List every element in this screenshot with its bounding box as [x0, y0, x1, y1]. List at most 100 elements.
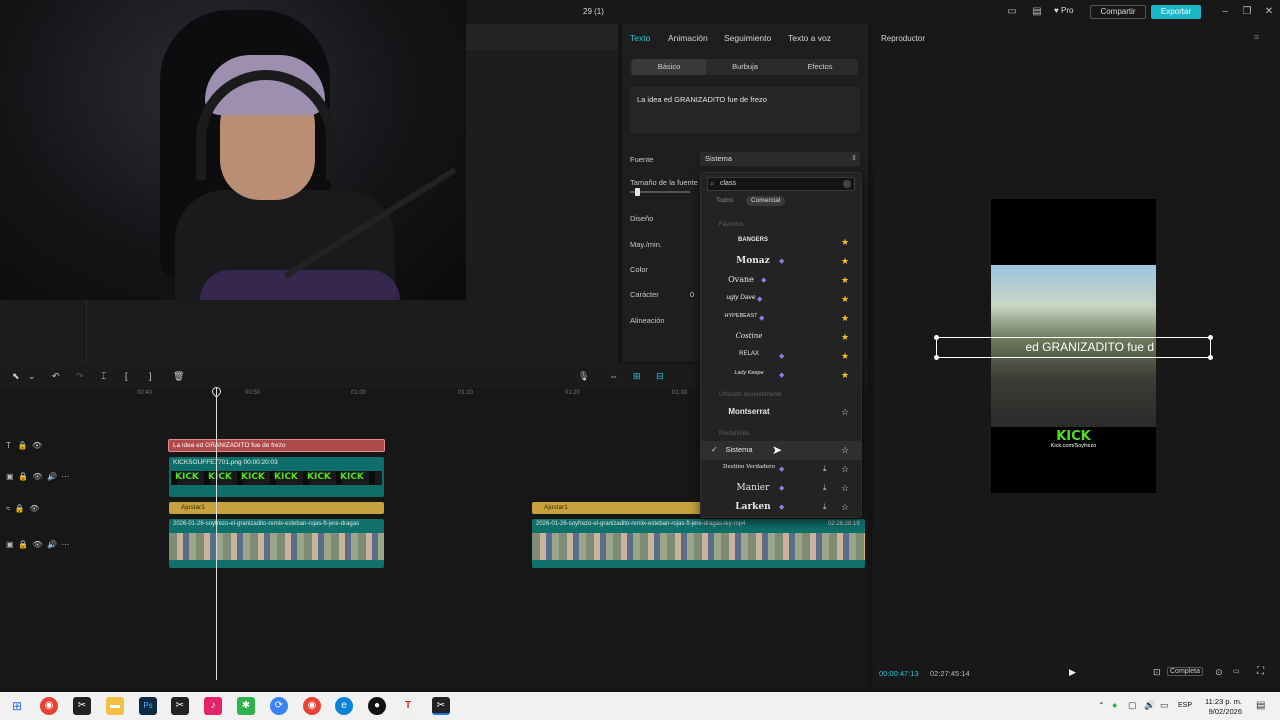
app-icon[interactable]: ✱ — [237, 697, 255, 715]
star-icon[interactable]: ★ — [841, 370, 849, 381]
text-clip[interactable]: La idea ed GRANIZADITO fue de frezo — [168, 439, 385, 452]
star-icon[interactable]: ☆ — [841, 502, 849, 513]
font-item[interactable]: ugly Dave ◆ ★ — [701, 290, 861, 309]
adjust-clip[interactable]: Ajustar1 — [532, 502, 702, 514]
resize-handle[interactable] — [1208, 355, 1213, 360]
font-item[interactable]: Larken ◆ ⤓ ☆ — [701, 498, 861, 517]
text-track-controls[interactable]: T 🔒 👁 — [6, 441, 42, 450]
playhead[interactable] — [216, 388, 217, 680]
font-select[interactable]: Sistema ⇕ — [700, 152, 860, 166]
font-item[interactable]: Montserrat ☆ — [701, 403, 861, 422]
star-icon[interactable]: ☆ — [841, 464, 849, 475]
pro-button[interactable]: ♥ Pro — [1054, 6, 1084, 18]
fullscreen-icon[interactable]: ⛶ — [1257, 666, 1264, 677]
clear-icon[interactable] — [843, 180, 851, 188]
select-tool-icon[interactable]: ⬉ — [12, 371, 20, 382]
speaker-icon[interactable]: 🔊 — [1144, 700, 1155, 711]
resize-handle[interactable] — [1208, 335, 1213, 340]
close-icon[interactable]: ✕ — [1262, 6, 1276, 18]
network-icon[interactable]: ▢ — [1128, 700, 1137, 711]
notification-icon[interactable]: ▤ — [1256, 700, 1265, 711]
text-input[interactable]: La idea ed GRANIZADITO fue de frezo — [630, 87, 860, 133]
font-item[interactable]: Manier ◆ ⤓ ☆ — [701, 479, 861, 498]
font-item[interactable]: Ovane ◆ ★ — [701, 271, 861, 290]
tiktok-icon[interactable]: ♪ — [204, 697, 222, 715]
star-icon[interactable]: ★ — [841, 313, 849, 324]
split-icon[interactable]: ⌶ — [101, 371, 106, 382]
star-icon[interactable]: ☆ — [841, 483, 849, 494]
font-item[interactable]: Lady Keepe ◆ ★ — [701, 366, 861, 385]
font-item[interactable]: BANGERS ★ — [701, 233, 861, 252]
app-icon[interactable]: ⟳ — [270, 697, 288, 715]
chip-todos[interactable]: Todos — [711, 196, 738, 206]
language-indicator[interactable]: ESP — [1178, 702, 1192, 709]
chrome-icon[interactable]: ◉ — [40, 697, 58, 715]
video-clip[interactable]: 2026-01-26-soyfrezo-el-granizadito-remix… — [532, 519, 865, 568]
main-track-controls[interactable]: ▣ 🔒 👁 🔊 ⋯ — [6, 540, 69, 549]
star-icon[interactable]: ☆ — [841, 407, 849, 418]
shortcuts-icon[interactable]: ▤ — [1030, 6, 1044, 18]
download-icon[interactable]: ⤓ — [823, 464, 827, 474]
tray-chevron-icon[interactable]: ⌃ — [1098, 701, 1105, 710]
resize-handle[interactable] — [934, 355, 939, 360]
subtab-efectos[interactable]: Efectos — [784, 59, 856, 75]
section-recent[interactable]: Utilizado recientemente — [719, 392, 782, 398]
maximize-icon[interactable]: ❐ — [1240, 6, 1254, 18]
mic-icon[interactable]: 🎙 — [578, 371, 589, 382]
capcut-active-icon[interactable]: ✂ — [432, 697, 450, 715]
subtab-basico[interactable]: Básico — [632, 59, 706, 75]
font-item[interactable]: Destino Verdadero ◆ ⤓ ☆ — [701, 460, 861, 479]
trim-left-icon[interactable]: [ — [125, 371, 128, 381]
tab-animacion[interactable]: Animación — [668, 33, 708, 43]
subtab-burbuja[interactable]: Burbuja — [708, 59, 782, 75]
font-size-slider-handle[interactable] — [635, 188, 640, 196]
font-item[interactable]: Costine ★ — [701, 328, 861, 347]
export-button[interactable]: Exportar — [1151, 5, 1201, 19]
link-icon[interactable]: ⇔ — [609, 371, 618, 381]
undo-icon[interactable]: ↶ — [52, 371, 60, 382]
download-icon[interactable]: ⤓ — [823, 502, 827, 512]
capcut-icon[interactable]: ✂ — [73, 697, 91, 715]
app-icon[interactable]: T — [399, 697, 417, 715]
kick-overlay-clip[interactable]: KICKSOUFFE7701.png 00:00:20:03 KICK KICK… — [169, 457, 384, 497]
battery-icon[interactable]: ▭ — [1160, 700, 1169, 711]
github-icon[interactable]: ● — [368, 697, 386, 715]
trim-right-icon[interactable]: ] — [149, 371, 152, 381]
font-item[interactable]: RELAX ◆ ★ — [701, 347, 861, 366]
fit-select[interactable]: Completa — [1167, 667, 1203, 676]
tray-app-icon[interactable]: ● — [1112, 700, 1117, 710]
overlay-track-controls[interactable]: ▣ 🔒 👁 🔊 ⋯ — [6, 472, 69, 481]
video-clip[interactable]: 2026-01-26-soyfrezo-el-granizadito-remix… — [169, 519, 384, 568]
delete-icon[interactable]: 🗑 — [173, 371, 184, 382]
download-icon[interactable]: ⤓ — [823, 483, 827, 493]
star-icon[interactable]: ★ — [841, 332, 849, 343]
adjust-track-controls[interactable]: ≈ 🔒 👁 — [6, 504, 39, 513]
adjust-clip[interactable]: Ajustar1 — [169, 502, 384, 514]
star-icon[interactable]: ★ — [841, 275, 849, 286]
section-favorites[interactable]: Favoritos — [719, 222, 744, 228]
screenshot-icon[interactable]: ⊙ — [1215, 667, 1223, 678]
aspect-icon[interactable]: ▭ — [1233, 667, 1240, 675]
tab-seguimiento[interactable]: Seguimiento — [724, 33, 771, 43]
magnet-icon[interactable]: ⊞ — [633, 371, 641, 382]
layout-icon[interactable]: ▭ — [1005, 6, 1019, 18]
chevron-down-icon[interactable]: ⌄ — [28, 371, 36, 382]
font-item[interactable]: Monaz ◆ ★ — [701, 252, 861, 271]
font-item[interactable]: HYPEBEAST ◆ ★ — [701, 309, 861, 328]
chip-comercial[interactable]: Comercial — [746, 196, 786, 206]
tab-texto-a-voz[interactable]: Texto a voz — [788, 33, 831, 43]
photoshop-icon[interactable]: Ps — [139, 697, 157, 715]
windows-start-icon[interactable]: ⊞ — [8, 697, 26, 715]
star-icon[interactable]: ★ — [841, 256, 849, 267]
star-icon[interactable]: ★ — [841, 237, 849, 248]
tab-texto[interactable]: Texto — [630, 33, 650, 43]
capcut-icon[interactable]: ✂ — [171, 697, 189, 715]
ratio-icon[interactable]: ⊡ — [1153, 667, 1161, 678]
section-predefined[interactable]: Predefinido — [719, 431, 749, 437]
edge-icon[interactable]: e — [335, 697, 353, 715]
star-icon[interactable]: ★ — [841, 294, 849, 305]
resize-handle[interactable] — [934, 335, 939, 340]
snap-icon[interactable]: ⊟ — [656, 371, 664, 382]
folder-icon[interactable]: ▬ — [106, 697, 124, 715]
share-button[interactable]: Compartir — [1090, 5, 1146, 19]
